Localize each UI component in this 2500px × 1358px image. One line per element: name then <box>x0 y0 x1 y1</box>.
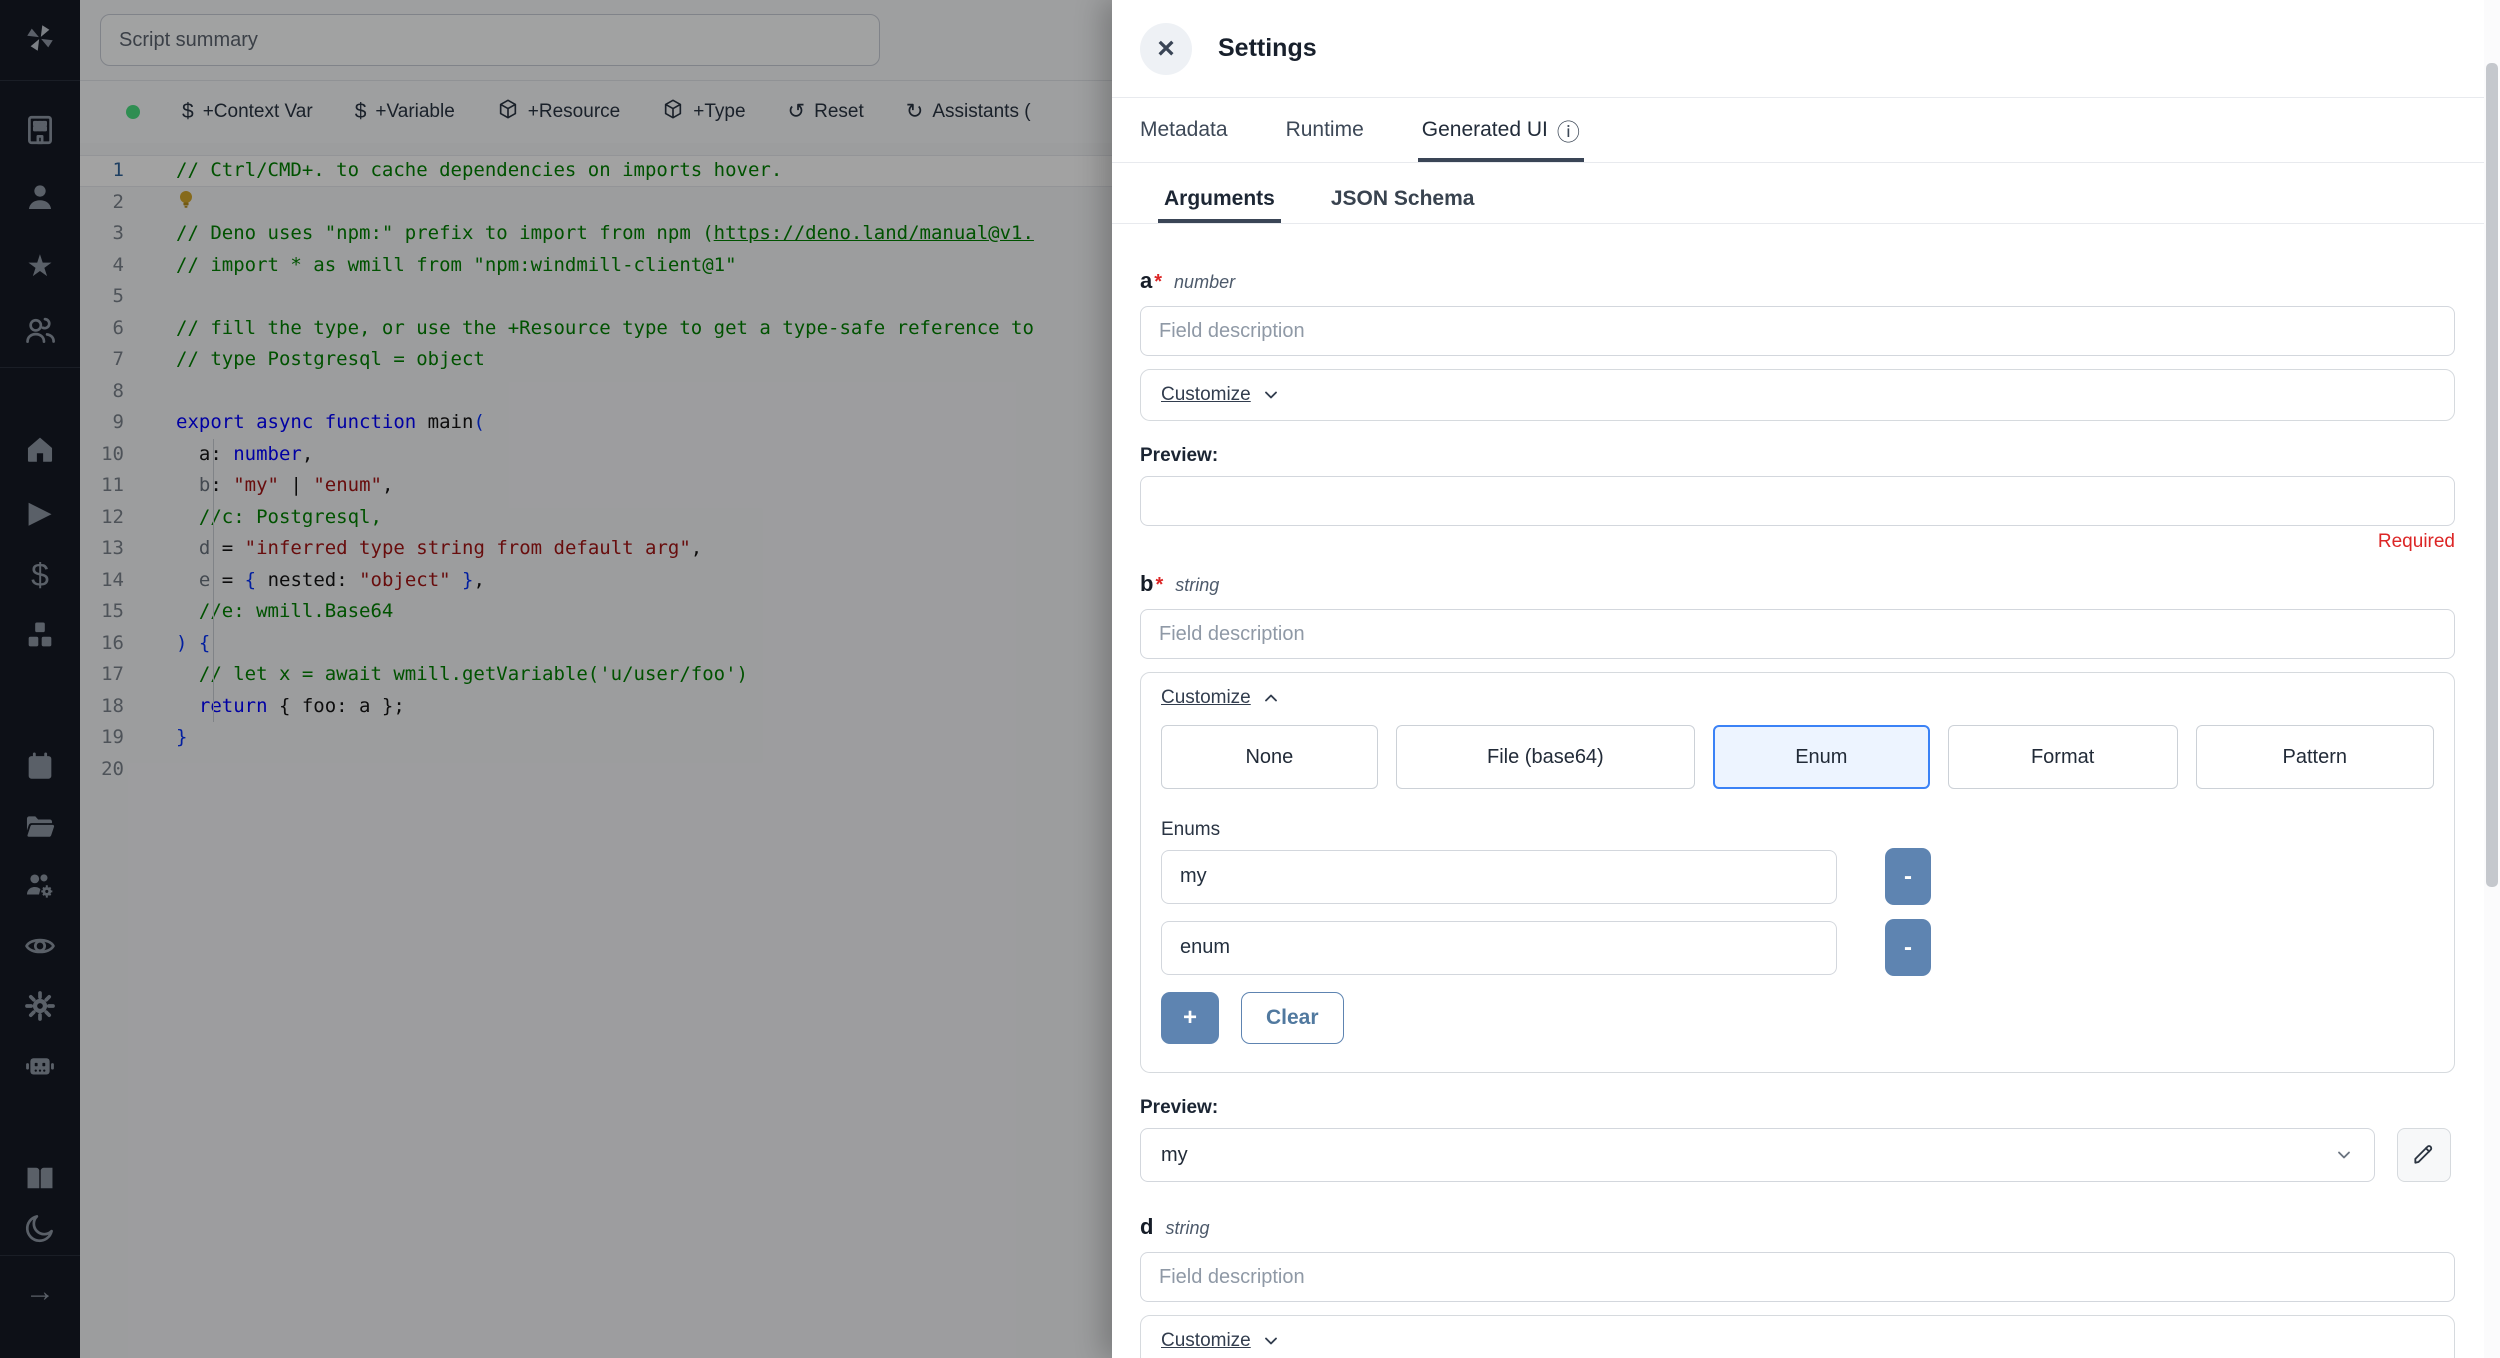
settings-drawer-content: × Settings Metadata Runtime Generated UI… <box>1112 0 2484 1358</box>
tab-label: Generated UI <box>1421 118 1548 141</box>
field-b-preview-label: Preview: <box>1140 1097 1219 1118</box>
field-b-customize-toggle[interactable]: Customize <box>1161 687 1281 709</box>
field-a-description-input[interactable] <box>1140 306 2455 356</box>
subtab-label: Arguments <box>1164 187 1275 210</box>
pencil-icon <box>2411 1141 2437 1170</box>
field-a-customize-toggle[interactable]: Customize <box>1161 384 1281 406</box>
settings-header: × Settings <box>1112 0 2484 98</box>
add-enum-button[interactable]: + <box>1161 992 1219 1044</box>
field-b-customize-box: Customize None File (base64) Enum Format Pat… <box>1140 672 2455 1073</box>
drawer-scrollbar[interactable] <box>2484 0 2500 1358</box>
scrollbar-thumb[interactable] <box>2486 63 2498 887</box>
field-a-customize-box: Customize <box>1140 369 2455 421</box>
string-kind-file-base64-button[interactable]: File (base64) <box>1395 725 1695 789</box>
drawer-backdrop[interactable] <box>0 0 1112 1358</box>
string-kind-format-button[interactable]: Format <box>1947 725 2178 789</box>
field-name: b <box>1140 571 1154 596</box>
enum-actions: + Clear <box>1161 992 2434 1058</box>
customize-label: Customize <box>1161 1330 1251 1351</box>
field-type: string <box>1165 1218 1210 1238</box>
generated-ui-subtabs: Arguments JSON Schema <box>1112 175 2484 224</box>
field-type: string <box>1175 575 1220 595</box>
tab-generated-ui[interactable]: Generated UI ⓘ <box>1417 98 1584 162</box>
string-kind-none-button[interactable]: None <box>1161 725 1378 789</box>
field-a-required-note: Required <box>2377 531 2455 552</box>
close-icon: × <box>1157 31 1175 65</box>
enum-values-list: -- <box>1161 848 2434 976</box>
subtab-arguments[interactable]: Arguments <box>1158 175 1281 223</box>
field-b-preview-row: my <box>1140 1128 2455 1182</box>
drawer-title: Settings <box>1218 34 1317 62</box>
clear-enums-button[interactable]: Clear <box>1241 992 1344 1044</box>
required-marker: * <box>1154 271 1163 293</box>
customize-label: Customize <box>1161 687 1251 708</box>
chevron-down-icon <box>1264 1337 1277 1345</box>
settings-drawer: × Settings Metadata Runtime Generated UI… <box>1112 0 2500 1358</box>
field-d-label: d string <box>1140 1214 2455 1240</box>
tab-metadata[interactable]: Metadata <box>1140 98 1228 162</box>
settings-tabs: Metadata Runtime Generated UI ⓘ <box>1112 98 2484 163</box>
enum-value-input[interactable] <box>1161 849 1837 904</box>
remove-enum-button[interactable]: - <box>1885 848 1931 905</box>
info-icon[interactable]: ⓘ <box>1557 113 1580 147</box>
subtab-json-schema[interactable]: JSON Schema <box>1331 175 1475 223</box>
enum-value-row: - <box>1161 919 2434 976</box>
string-kind-enum-button[interactable]: Enum <box>1712 725 1930 789</box>
subtab-label: JSON Schema <box>1330 187 1475 210</box>
required-marker: * <box>1155 574 1164 596</box>
selected-enum-value: my <box>1161 1143 1188 1166</box>
edit-preview-button[interactable] <box>2397 1128 2451 1182</box>
field-a-label: a * number <box>1140 268 2455 294</box>
customize-label: Customize <box>1161 384 1251 405</box>
chevron-down-icon <box>2338 1151 2350 1159</box>
field-d-description-input[interactable] <box>1140 1252 2455 1302</box>
field-name: d <box>1140 1214 1154 1239</box>
field-name: a <box>1140 268 1153 293</box>
close-drawer-button[interactable]: × <box>1140 22 1192 75</box>
field-d-customize-box: Customize <box>1140 1315 2455 1358</box>
field-a-preview-input[interactable] <box>1140 476 2455 526</box>
arguments-form: a* number Customize Preview: Required b*… <box>1112 224 2484 1358</box>
chevron-down-icon <box>1264 391 1277 399</box>
field-b-preview-select[interactable]: my <box>1140 1128 2375 1182</box>
string-kind-pattern-button[interactable]: Pattern <box>2195 725 2434 789</box>
tab-runtime[interactable]: Runtime <box>1286 98 1364 162</box>
field-type: number <box>1174 272 1236 292</box>
chevron-up-icon <box>1264 694 1277 702</box>
field-b-description-input[interactable] <box>1140 609 2455 659</box>
string-kind-options: None File (base64) Enum Format Pattern <box>1161 725 2434 789</box>
tab-label: Metadata <box>1140 118 1228 141</box>
enum-value-input[interactable] <box>1161 920 1837 975</box>
field-d-customize-toggle[interactable]: Customize <box>1161 1330 1281 1352</box>
enum-value-row: - <box>1161 848 2434 905</box>
field-b-label: b * string <box>1140 571 2455 597</box>
tab-label: Runtime <box>1285 118 1364 141</box>
remove-enum-button[interactable]: - <box>1885 919 1931 976</box>
enums-label: Enums <box>1161 819 1221 840</box>
field-a-preview-label: Preview: <box>1140 445 1219 466</box>
